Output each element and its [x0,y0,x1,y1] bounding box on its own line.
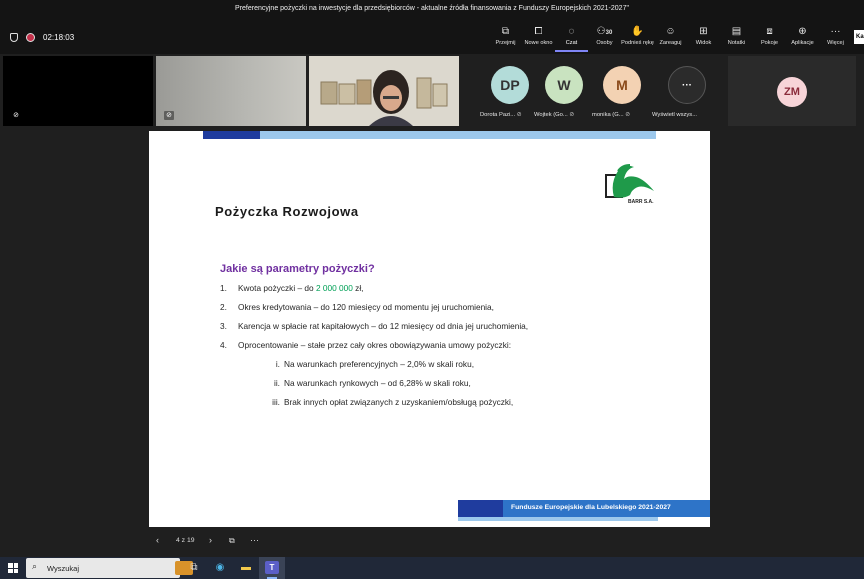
mic-off-icon: ⊘ [11,111,21,120]
grid-view-button[interactable]: ⧉ [229,536,235,546]
loan-amount: 2 000 000 [315,283,353,293]
parameter-list: 1. Kwota pożyczki – do 2 000 000 zł, 2. … [220,283,528,416]
file-explorer-icon[interactable]: ▬ [239,561,253,575]
view-button[interactable]: ⊞ Widok [687,22,720,52]
rooms-icon: ⧈ [766,26,773,37]
view-icon: ⊞ [699,26,708,37]
slide-counter: 4 z 19 [176,537,195,544]
new-window-icon: ⧠ [534,26,543,37]
taskbar-search[interactable]: ⌕ Wyszukaj [26,558,193,578]
participant-name: monika (G... ⊘ [592,112,631,118]
video-tile-blurred[interactable]: ⊘ [156,56,306,126]
rooms-button[interactable]: ⧈ Pokoje [753,22,786,52]
participant-tile[interactable]: DP Dorota Pazi... ⊘ [480,62,540,124]
presentation-slide: BARR S.A. Pożyczka Rozwojowa Jakie są pa… [149,131,710,527]
barr-logo: BARR S.A. [604,161,660,207]
list-item: 2. Okres kredytowania – do 120 miesięcy … [220,302,494,312]
present-icon: ⧉ [501,26,510,37]
leave-button[interactable]: Ka [854,30,864,44]
more-icon: ··· [668,66,706,104]
mic-off-icon: ⊘ [569,112,575,118]
participant-tile-zm[interactable]: ZM [728,56,856,126]
chat-icon: ◌ [568,26,575,37]
slide-more-button[interactable]: ··· [250,535,259,545]
video-tile-dark[interactable]: ⊘ [3,56,153,126]
window-title: Preferencyjne pożyczki na inwestycje dla… [235,5,629,12]
search-icon: ⌕ [32,561,38,571]
view-all-label: Wyświetl wszys... [652,112,698,118]
edge-icon[interactable]: ◉ [213,561,227,575]
slide-question: Jakie są parametry pożyczki? [220,263,375,275]
participant-tile[interactable]: M monika (G... ⊘ [592,62,652,124]
avatar: ZM [777,77,807,107]
search-placeholder: Wyszukaj [47,564,80,573]
recording-icon [26,32,35,42]
slide-top-bar-dark [203,131,260,139]
previous-slide-button[interactable]: ‹ [156,535,159,545]
present-button[interactable]: ⧉ Przejmij [489,22,522,52]
more-icon: ··· [830,26,841,37]
os-taskbar: ⌕ Wyszukaj ⧉ ◉ ▬ T [0,557,864,579]
more-button[interactable]: ··· Więcej [819,22,852,52]
new-window-button[interactable]: ⧠ Nowe okno [522,22,555,52]
people-icon: ⚇30 [596,26,613,37]
sub-list-item: iii. Brak innych opłat związanych z uzys… [272,397,514,407]
apps-button[interactable]: ⊕ Aplikacje [786,22,819,52]
sub-list-item: i. Na warunkach preferencyjnych – 2,0% w… [275,359,474,369]
view-all-tile[interactable]: ··· Wyświetl wszys... [652,62,722,124]
shared-content-stage: BARR S.A. Pożyczka Rozwojowa Jakie są pa… [0,128,864,556]
list-item: 3. Karencja w spłacie rat kapitałowych –… [220,321,529,331]
video-strip: ⊘ ⊘ DP Dorota Pazi... ⊘ W Wojtek (Go... … [0,54,864,128]
avatar: M [603,66,641,104]
people-button[interactable]: ⚇30 Osoby [588,22,621,52]
title-bar: Preferencyjne pożyczki na inwestycje dla… [0,0,864,20]
raise-hand-button[interactable]: ✋ Podnieś rękę [621,22,654,52]
meeting-toolbar: 02:18:03 ⧉ Przejmij ⧠ Nowe okno ◌ Czat ⚇… [0,20,864,54]
participant-name: Dorota Pazi... ⊘ [480,112,522,118]
people-count: 30 [605,30,613,36]
react-icon: ☺ [665,26,676,37]
video-tile-speaker[interactable] [309,56,459,126]
footer-text: Fundusze Europejskie dla Lubelskiego 202… [511,504,671,511]
slide-top-bar-light [260,131,656,139]
shield-icon [10,32,18,42]
participant-tile[interactable]: W Wojtek (Go... ⊘ [534,62,594,124]
notes-button[interactable]: ▤ Notatki [720,22,753,52]
slide-title: Pożyczka Rozwojowa [215,204,359,219]
notes-icon: ▤ [731,26,742,37]
task-view-icon[interactable]: ⧉ [187,561,201,575]
participant-name: Wojtek (Go... ⊘ [534,112,575,118]
meeting-info: 02:18:03 [10,30,74,44]
meeting-timer: 02:18:03 [43,32,75,42]
speaker-video [309,56,459,126]
chat-button[interactable]: ◌ Czat [555,22,588,52]
raise-hand-icon: ✋ [631,26,644,37]
mic-off-icon: ⊘ [164,111,174,120]
avatar: W [545,66,583,104]
windows-start-icon[interactable] [8,563,18,573]
avatar: DP [491,66,529,104]
sub-list-item: ii. Na warunkach rynkowych – od 6,28% w … [274,378,471,388]
footer-bar-dark [458,500,503,517]
list-item: 1. Kwota pożyczki – do 2 000 000 zł, [220,283,364,293]
toolbar-buttons: ⧉ Przejmij ⧠ Nowe okno ◌ Czat ⚇30 Osoby … [489,22,852,52]
mic-off-icon: ⊘ [516,112,522,118]
next-slide-button[interactable]: › [209,535,212,545]
svg-text:BARR S.A.: BARR S.A. [628,199,654,205]
list-item: 4. Oprocentowanie – stałe przez cały okr… [220,340,511,350]
react-button[interactable]: ☺ Zareaguj [654,22,687,52]
teams-taskbar-button[interactable]: T [259,557,285,579]
mic-off-icon: ⊘ [625,112,631,118]
footer-strip [458,517,658,521]
apps-icon: ⊕ [798,26,807,37]
teams-icon: T [265,561,279,574]
slide-navigation: ‹ 4 z 19 › ⧉ ··· [0,532,864,552]
